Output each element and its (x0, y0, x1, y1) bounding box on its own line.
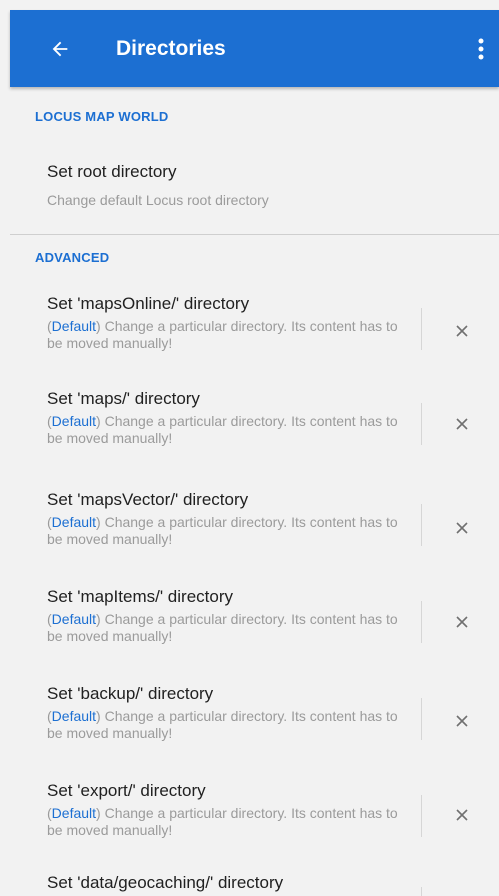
vertical-divider (421, 601, 422, 643)
vertical-divider (421, 795, 422, 837)
app-bar: Directories (10, 10, 499, 87)
item-title: Set 'mapsOnline/' directory (47, 294, 250, 313)
page-title: Directories (116, 36, 226, 60)
item-description: (Default) Change a particular directory.… (47, 514, 398, 547)
reset-button[interactable] (442, 311, 482, 351)
setting-maps-online-directory[interactable]: Set 'mapsOnline/' directory (Default) Ch… (10, 290, 499, 374)
close-icon (456, 715, 468, 727)
reset-button[interactable] (442, 404, 482, 444)
item-title: Set 'backup/' directory (47, 684, 214, 703)
item-title: Set root directory (47, 162, 177, 181)
close-icon (456, 809, 468, 821)
reset-button[interactable] (442, 602, 482, 642)
back-button[interactable] (32, 10, 88, 87)
item-title: Set 'mapItems/' directory (47, 587, 233, 606)
vertical-divider (421, 504, 422, 546)
close-icon (456, 418, 468, 430)
reset-button[interactable] (442, 701, 482, 741)
setting-maps-directory[interactable]: Set 'maps/' directory (Default) Change a… (10, 385, 499, 469)
vertical-divider (421, 887, 422, 896)
reset-button[interactable] (442, 795, 482, 835)
reset-button[interactable] (442, 508, 482, 548)
overflow-menu-button[interactable] (463, 10, 499, 87)
setting-export-directory[interactable]: Set 'export/' directory (Default) Change… (10, 777, 499, 861)
item-description: (Default) Change a particular directory.… (47, 708, 398, 741)
item-title: Set 'export/' directory (47, 781, 206, 800)
item-description: (Default) Change a particular directory.… (47, 611, 398, 644)
setting-root-directory[interactable]: Set root directory Change default Locus … (10, 148, 499, 226)
item-description: (Default) Change a particular directory.… (47, 413, 398, 446)
section-divider (10, 234, 499, 235)
setting-maps-vector-directory[interactable]: Set 'mapsVector/' directory (Default) Ch… (10, 486, 499, 570)
item-title: Set 'data/geocaching/' directory (47, 873, 284, 892)
vertical-divider (421, 308, 422, 350)
more-vert-icon (478, 38, 484, 59)
section-header-advanced: ADVANCED (35, 250, 110, 265)
setting-data-geocaching-directory[interactable]: Set 'data/geocaching/' directory (10, 873, 499, 896)
item-description: (Default) Change a particular directory.… (47, 805, 398, 838)
vertical-divider (421, 698, 422, 740)
close-icon (456, 325, 468, 337)
section-header-locus-map-world: LOCUS MAP WORLD (35, 109, 169, 124)
item-title: Set 'mapsVector/' directory (47, 490, 249, 509)
close-icon (456, 522, 468, 534)
setting-map-items-directory[interactable]: Set 'mapItems/' directory (Default) Chan… (10, 583, 499, 667)
item-title: Set 'maps/' directory (47, 389, 200, 408)
close-icon (456, 616, 468, 628)
setting-backup-directory[interactable]: Set 'backup/' directory (Default) Change… (10, 680, 499, 764)
arrow-left-icon (52, 41, 68, 56)
item-description: Change default Locus root directory (47, 192, 269, 208)
vertical-divider (421, 403, 422, 445)
item-description: (Default) Change a particular directory.… (47, 318, 398, 351)
